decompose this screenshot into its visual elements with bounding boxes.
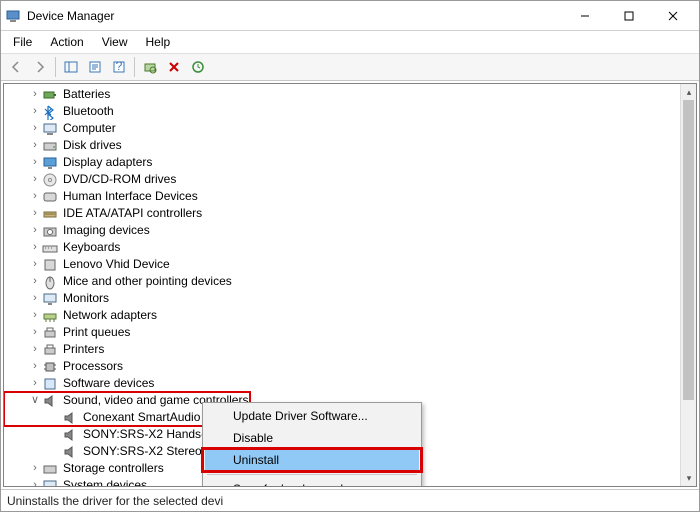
network-icon: [42, 308, 58, 324]
close-button[interactable]: [651, 2, 695, 30]
status-bar: Uninstalls the driver for the selected d…: [1, 489, 699, 511]
tree-item-disk-drives[interactable]: ›Disk drives: [4, 137, 696, 154]
tree-item-processors[interactable]: ›Processors: [4, 358, 696, 375]
scroll-down-button[interactable]: ▾: [681, 470, 697, 486]
speaker-icon: [42, 393, 58, 409]
app-icon: [5, 8, 21, 24]
storage-icon: [42, 461, 58, 477]
scroll-up-button[interactable]: ▴: [681, 84, 697, 100]
context-uninstall[interactable]: Uninstall: [205, 449, 419, 471]
tree-item-software-devices[interactable]: ›Software devices: [4, 375, 696, 392]
tree-item-hid[interactable]: ›Human Interface Devices: [4, 188, 696, 205]
display-icon: [42, 155, 58, 171]
tree-item-printers[interactable]: ›Printers: [4, 341, 696, 358]
svg-text:?: ?: [116, 60, 123, 73]
scroll-thumb[interactable]: [683, 100, 694, 400]
menu-help[interactable]: Help: [138, 33, 179, 51]
titlebar: Device Manager: [1, 1, 699, 31]
tree-item-imaging[interactable]: ›Imaging devices: [4, 222, 696, 239]
disk-icon: [42, 138, 58, 154]
tree-item-ide-atapi[interactable]: ›IDE ATA/ATAPI controllers: [4, 205, 696, 222]
speaker-icon: [62, 427, 78, 443]
context-separator: [207, 474, 417, 475]
printer-icon: [42, 342, 58, 358]
dvd-icon: [42, 172, 58, 188]
cpu-icon: [42, 359, 58, 375]
show-hide-tree-button[interactable]: [60, 56, 82, 78]
tree-item-print-queues[interactable]: ›Print queues: [4, 324, 696, 341]
device-manager-window: Device Manager File Action View Help ? ›…: [0, 0, 700, 512]
tree-item-keyboards[interactable]: ›Keyboards: [4, 239, 696, 256]
tree-item-monitors[interactable]: ›Monitors: [4, 290, 696, 307]
mouse-icon: [42, 274, 58, 290]
system-icon: [42, 478, 58, 487]
forward-button[interactable]: [29, 56, 51, 78]
device-icon: [42, 257, 58, 273]
speaker-icon: [62, 410, 78, 426]
battery-icon: [42, 87, 58, 103]
bluetooth-icon: [42, 104, 58, 120]
tree-item-dvd-cdrom[interactable]: ›DVD/CD-ROM drives: [4, 171, 696, 188]
tree-item-network[interactable]: ›Network adapters: [4, 307, 696, 324]
hid-icon: [42, 189, 58, 205]
context-scan-hardware[interactable]: Scan for hardware changes: [205, 478, 419, 487]
camera-icon: [42, 223, 58, 239]
tree-item-batteries[interactable]: ›Batteries: [4, 86, 696, 103]
vertical-scrollbar[interactable]: ▴ ▾: [680, 84, 696, 486]
scan-hardware-button[interactable]: [139, 56, 161, 78]
monitor-icon: [42, 291, 58, 307]
context-disable[interactable]: Disable: [205, 427, 419, 449]
tree-panel: ›Batteries ›Bluetooth ›Computer ›Disk dr…: [3, 83, 697, 487]
maximize-button[interactable]: [607, 2, 651, 30]
tree-item-bluetooth[interactable]: ›Bluetooth: [4, 103, 696, 120]
properties-button[interactable]: [84, 56, 106, 78]
window-title: Device Manager: [27, 9, 563, 23]
menu-file[interactable]: File: [5, 33, 40, 51]
minimize-button[interactable]: [563, 2, 607, 30]
menu-action[interactable]: Action: [42, 33, 91, 51]
update-driver-button[interactable]: [187, 56, 209, 78]
context-menu: Update Driver Software... Disable Uninst…: [202, 402, 422, 487]
context-update-driver[interactable]: Update Driver Software...: [205, 405, 419, 427]
ide-icon: [42, 206, 58, 222]
tree-item-computer[interactable]: ›Computer: [4, 120, 696, 137]
status-text: Uninstalls the driver for the selected d…: [7, 494, 223, 508]
computer-icon: [42, 121, 58, 137]
expand-toggle-icon[interactable]: ∨: [28, 392, 42, 409]
keyboard-icon: [42, 240, 58, 256]
menu-view[interactable]: View: [94, 33, 136, 51]
toolbar: ?: [1, 53, 699, 81]
tree-item-display-adapters[interactable]: ›Display adapters: [4, 154, 696, 171]
print-queue-icon: [42, 325, 58, 341]
software-icon: [42, 376, 58, 392]
back-button[interactable]: [5, 56, 27, 78]
speaker-icon: [62, 444, 78, 460]
menubar: File Action View Help: [1, 31, 699, 53]
help-button[interactable]: ?: [108, 56, 130, 78]
uninstall-button[interactable]: [163, 56, 185, 78]
tree-item-lenovo-vhid[interactable]: ›Lenovo Vhid Device: [4, 256, 696, 273]
tree-item-mice[interactable]: ›Mice and other pointing devices: [4, 273, 696, 290]
